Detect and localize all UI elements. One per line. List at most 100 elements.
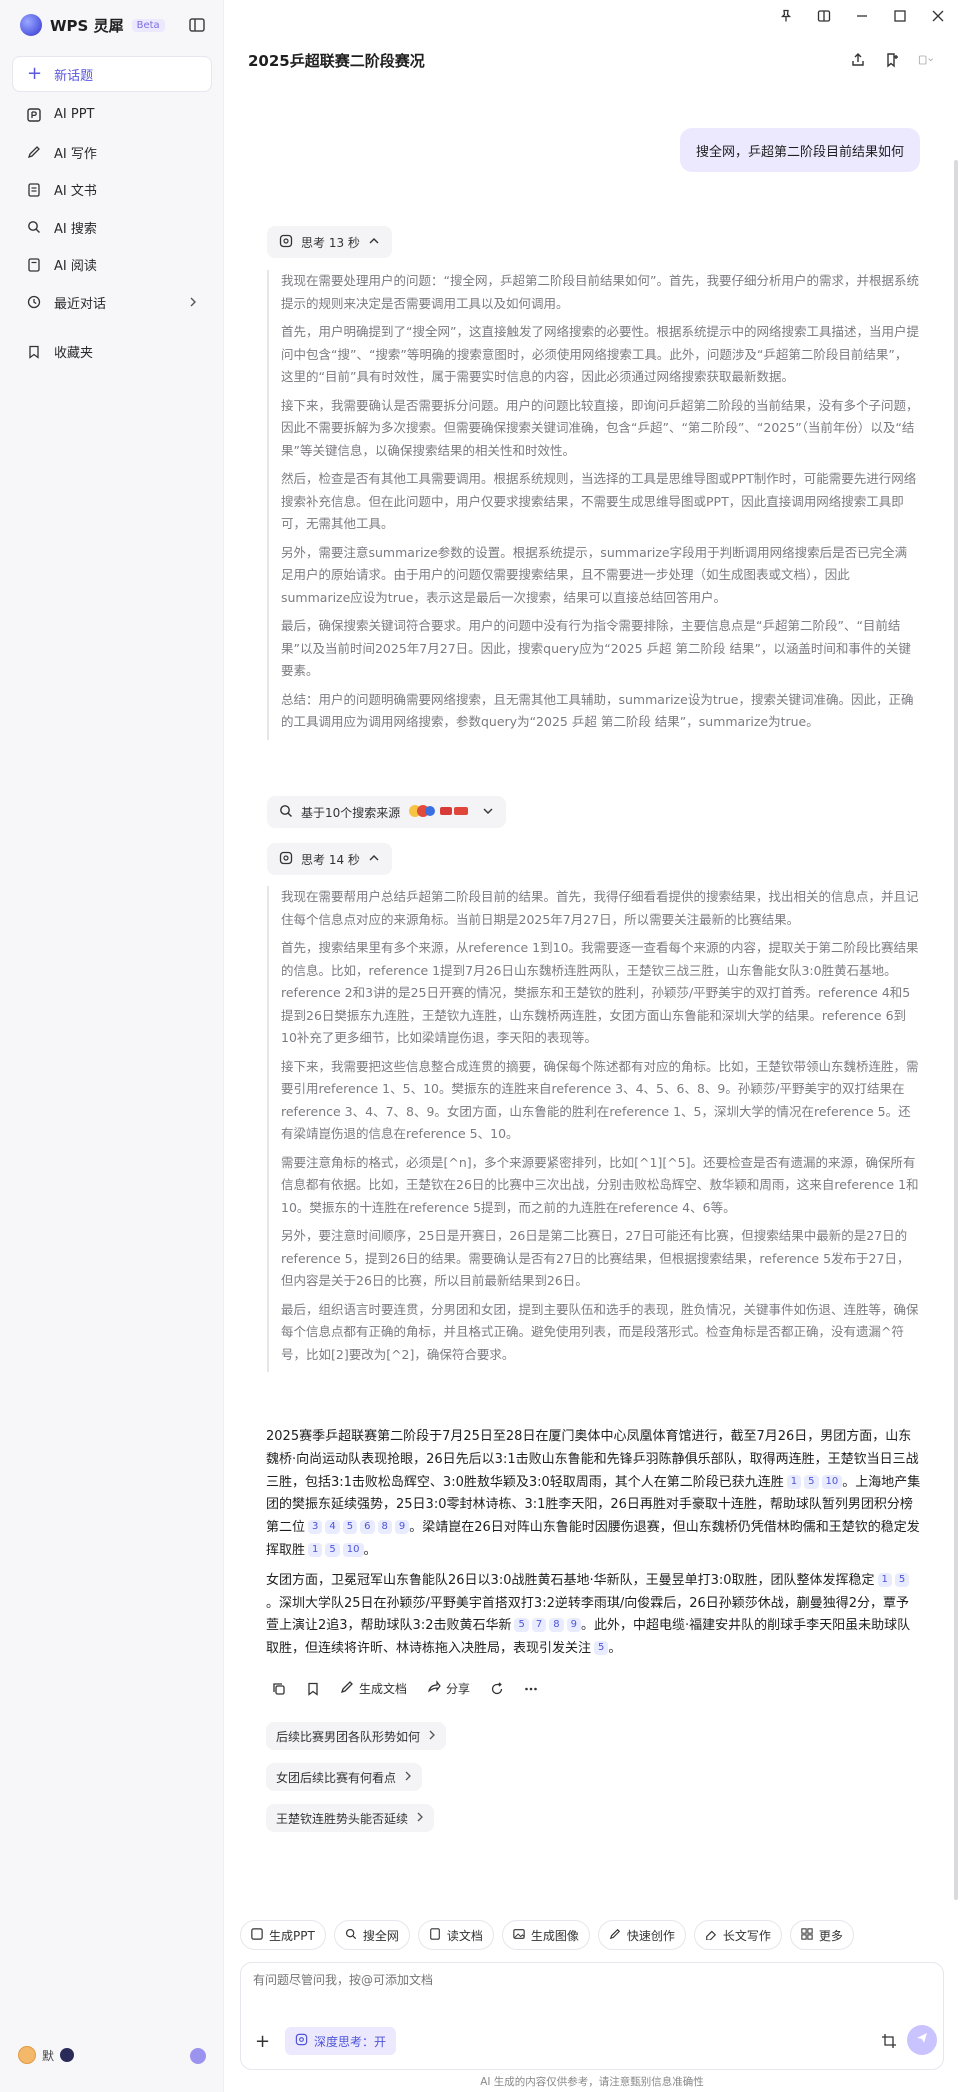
export-icon[interactable]	[918, 52, 934, 68]
user-profile[interactable]: 默	[18, 2046, 75, 2064]
user-name: 默	[42, 2048, 55, 2063]
citation-badge[interactable]: 1	[877, 1572, 892, 1587]
tool-quick-create[interactable]: 快速创作	[597, 1920, 686, 1950]
tool-label: 更多	[818, 1928, 843, 1943]
pin-icon[interactable]	[778, 8, 794, 24]
suggestion-item[interactable]: 后续比赛男团各队形势如何	[266, 1722, 447, 1750]
citation-badge[interactable]: 8	[377, 1520, 392, 1535]
sidebar-item-recent[interactable]: 最近对话	[12, 284, 212, 322]
sidebar-item-label: AI PPT	[54, 107, 95, 123]
tool-search-web[interactable]: 搜全网	[333, 1920, 410, 1950]
citation-badge[interactable]: 9	[394, 1520, 410, 1535]
scrollbar[interactable]	[954, 160, 958, 1900]
think-toggle-1[interactable]: 思考 13 秒	[267, 226, 392, 258]
think-label: 思考 14 秒	[301, 852, 360, 867]
think-paragraph: 最后，组织语言时要连贯，分男团和女团，提到主要队伍和选手的表现，胜负情况，关键事…	[281, 1301, 919, 1362]
citation-badge[interactable]: 5	[594, 1641, 609, 1656]
close-icon[interactable]	[930, 8, 946, 24]
answer-paragraph-1: 2025赛季乒超联赛第二阶段于7月25日至28日在厦门奥体中心凤凰体育馆进行，截…	[266, 1426, 922, 1563]
chat-input[interactable]	[253, 1973, 873, 1987]
citation-badge[interactable]: 6	[360, 1520, 375, 1535]
citation-badge[interactable]: 4	[325, 1520, 340, 1535]
add-attachment-icon[interactable]: +	[255, 2031, 270, 2052]
answer-actions: 生成文档 分享	[272, 1680, 538, 1697]
citation-badge[interactable]: 10	[821, 1474, 843, 1489]
sidebar-item-ai-ppt[interactable]: AI PPT	[12, 96, 212, 134]
book-icon	[705, 1928, 717, 1943]
share-label: 分享	[446, 1682, 471, 1696]
chevron-right-icon	[188, 296, 198, 312]
settings-icon[interactable]	[190, 2048, 206, 2064]
sidebar-item-ai-write[interactable]: AI 写作	[12, 134, 212, 172]
chevron-right-icon	[428, 1729, 436, 1743]
citation-badge[interactable]: 5	[894, 1572, 910, 1587]
sidebar-item-ai-document[interactable]: AI 文书	[12, 171, 212, 209]
tool-generate-ppt[interactable]: 生成PPT	[240, 1920, 326, 1950]
tool-label: 长文写作	[722, 1928, 771, 1943]
sidebar: WPS 灵犀 Beta + 新话题 AI PPT AI 写作 AI 文书 AI …	[0, 0, 224, 2092]
sidebar-item-label: AI 搜索	[54, 221, 97, 237]
deep-think-toggle[interactable]: 深度思考：开	[285, 2027, 397, 2055]
screenshot-icon[interactable]	[881, 2033, 897, 2049]
title-actions	[850, 52, 934, 68]
app-name: WPS 灵犀	[50, 16, 124, 35]
send-button[interactable]	[907, 2025, 937, 2055]
tool-read-doc[interactable]: 读文档	[417, 1920, 494, 1950]
sidebar-item-ai-search[interactable]: AI 搜索	[12, 209, 212, 247]
answer-segment: 女团方面，卫冕冠军山东鲁能队26日以3:0战胜黄石基地·华新队，王曼昱单打3:0…	[266, 1572, 875, 1588]
tool-label: 生成PPT	[269, 1928, 315, 1943]
brain-icon	[279, 234, 293, 251]
brand: WPS 灵犀 Beta	[20, 14, 165, 36]
sidebar-item-favorites[interactable]: 收藏夹	[12, 333, 212, 371]
tool-generate-image[interactable]: 生成图像	[501, 1920, 590, 1950]
sidebar-item-label: AI 阅读	[54, 259, 97, 275]
generate-doc-button[interactable]: 生成文档	[340, 1680, 407, 1697]
share-icon	[427, 1680, 441, 1697]
suggestion-item[interactable]: 女团后续比赛有何看点	[266, 1763, 423, 1791]
answer-segment: 。	[363, 1542, 377, 1558]
bookmark-add-icon[interactable]	[884, 52, 900, 68]
think-paragraph: 需要注意角标的格式，必须是[^n]，多个来源要紧密排列，比如[^1][^5]。还…	[281, 1154, 919, 1215]
window-mode-icon[interactable]	[816, 8, 832, 24]
minimize-icon[interactable]	[854, 8, 870, 24]
citation-badge[interactable]: 1	[786, 1474, 802, 1489]
citation-badge[interactable]: 7	[531, 1618, 547, 1633]
tool-more[interactable]: 更多	[789, 1920, 854, 1950]
chat-input-box: + 深度思考：开	[240, 1962, 944, 2070]
sidebar-item-ai-read[interactable]: AI 阅读	[12, 246, 212, 284]
maximize-icon[interactable]	[892, 8, 908, 24]
citation-badge[interactable]: 5	[342, 1520, 358, 1535]
bookmark-icon[interactable]	[306, 1682, 320, 1696]
plus-icon: +	[27, 63, 43, 84]
citation-badge[interactable]: 5	[804, 1474, 819, 1489]
citation-badge[interactable]: 9	[566, 1618, 581, 1633]
tool-label: 快速创作	[626, 1928, 675, 1943]
sidebar-toggle-icon[interactable]	[188, 16, 206, 34]
sidebar-item-label: AI 文书	[54, 184, 97, 200]
think-content-2: 我现在需要帮用户总结乒超第二阶段目前的结果。首先，我得仔细看看提供的搜索结果，找…	[267, 886, 919, 1372]
regenerate-icon[interactable]	[490, 1681, 504, 1696]
suggestion-item[interactable]: 王楚钦连胜势头能否延续	[266, 1804, 435, 1832]
citation-badge[interactable]: 10	[342, 1542, 364, 1557]
citation-badge[interactable]: 1	[308, 1542, 323, 1557]
app-logo	[20, 14, 42, 36]
search-sources-toggle[interactable]: 基于10个搜索来源	[267, 796, 507, 828]
share-button[interactable]: 分享	[427, 1680, 470, 1697]
think-paragraph: 接下来，我需要把这些信息整合成连贯的摘要，确保每个陈述都有对应的角标。比如，王楚…	[281, 1058, 919, 1142]
share-icon[interactable]	[850, 52, 866, 68]
think-label: 思考 13 秒	[301, 235, 360, 250]
citation-badge[interactable]: 3	[308, 1520, 323, 1535]
citation-badge[interactable]: 8	[549, 1618, 564, 1633]
citation-badge[interactable]: 5	[325, 1542, 340, 1557]
tool-long-writing[interactable]: 长文写作	[693, 1920, 782, 1950]
search-icon	[26, 219, 42, 235]
more-icon[interactable]	[524, 1682, 538, 1696]
copy-icon[interactable]	[272, 1682, 286, 1696]
think-toggle-2[interactable]: 思考 14 秒	[267, 843, 392, 875]
ppt-icon	[26, 107, 42, 123]
new-topic-button[interactable]: + 新话题	[12, 56, 212, 92]
citation-badge[interactable]: 5	[514, 1618, 529, 1633]
sidebar-item-label: 最近对话	[54, 296, 107, 312]
conversation-title: 2025乒超联赛二阶段赛况	[248, 52, 425, 70]
think-paragraph: 我现在需要帮用户总结乒超第二阶段目前的结果。首先，我得仔细看看提供的搜索结果，找…	[281, 889, 919, 927]
